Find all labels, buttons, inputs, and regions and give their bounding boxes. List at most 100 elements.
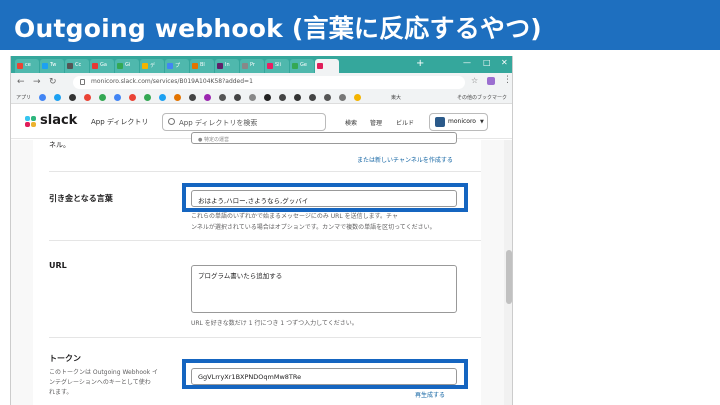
browser-tab[interactable]: Pr [240, 59, 264, 73]
tab-favicon-icon [292, 63, 298, 69]
bookmark-icon[interactable] [114, 94, 121, 101]
channel-select[interactable]: ● 特定の運営 [191, 132, 457, 144]
browser-tab[interactable]: Ga [90, 59, 114, 73]
regenerate-token-link[interactable]: 再生成する [415, 390, 445, 399]
tab-favicon-icon [167, 63, 173, 69]
app-directory-link[interactable]: App ディレクトリ [91, 117, 148, 127]
bookmark-icon[interactable] [264, 94, 271, 101]
bookmark-icon[interactable] [174, 94, 181, 101]
bookmark-icon[interactable] [339, 94, 346, 101]
workspace-name: monicoro [448, 118, 476, 125]
bookmark-icon[interactable] [54, 94, 61, 101]
browser-tab[interactable]: デ [140, 59, 164, 73]
tab-favicon-icon [67, 63, 73, 69]
bookmark-icon[interactable] [249, 94, 256, 101]
nav-manage[interactable]: 管理 [370, 118, 382, 127]
bookmark-icon[interactable] [219, 94, 226, 101]
tab-favicon-icon [317, 63, 323, 69]
browser-tab[interactable]: Tw [40, 59, 64, 73]
bookmark-icon[interactable] [99, 94, 106, 101]
channel-select-value: ● 特定の運営 [198, 137, 229, 143]
new-tab-button[interactable]: + [416, 58, 424, 69]
workspace-switcher[interactable]: monicoro ▼ [429, 113, 488, 131]
close-icon[interactable]: ✕ [501, 58, 508, 67]
tab-label: プ [175, 63, 181, 69]
browser-tab[interactable]: In [215, 59, 239, 73]
tab-label: デ [150, 63, 156, 69]
bookmark-icon[interactable] [324, 94, 331, 101]
browser-tab[interactable]: Gi [115, 59, 139, 73]
address-bar: ← → ↻ monicoro.slack.com/services/B019A1… [11, 73, 512, 92]
token-desc-2: ンテグレーションへのキーとして使わ [49, 379, 151, 386]
browser-tab[interactable]: Ge [290, 59, 314, 73]
url-textarea-value: プログラム書いたら追加する [198, 272, 283, 280]
url-text: monicoro.slack.com/services/B019A104K58?… [91, 78, 253, 85]
highlight-box [182, 359, 468, 389]
bookmark-icon[interactable] [294, 94, 301, 101]
bookmark-icon[interactable] [279, 94, 286, 101]
star-icon[interactable]: ☆ [471, 76, 478, 85]
back-icon[interactable]: ← [17, 77, 25, 87]
trigger-help-1: これらの単語のいずれかで始まるメッセージにのみ URL を送信します。チャ [191, 213, 398, 220]
browser-tab[interactable]: Sli [265, 59, 289, 73]
bookmark-other[interactable]: その他のブックマーク [457, 94, 507, 101]
tab-favicon-icon [92, 63, 98, 69]
url-textarea[interactable]: プログラム書いたら追加する [191, 265, 457, 313]
bookmark-icon[interactable] [204, 94, 211, 101]
bookmark-icon[interactable] [129, 94, 136, 101]
tab-label: ce [25, 62, 31, 68]
slide-banner: Outgoing webhook (言葉に反応するやつ) [0, 0, 720, 50]
browser-tab[interactable] [315, 59, 339, 73]
divider [49, 171, 481, 172]
tab-label: Gi [125, 62, 131, 68]
tab-favicon-icon [242, 63, 248, 69]
trigger-help-2: ンネルが選択されている場合はオプションです。カンマで複数の単語を区切ってください… [191, 224, 436, 231]
tab-favicon-icon [217, 63, 223, 69]
scrollbar-thumb[interactable] [506, 250, 512, 304]
chevron-down-icon: ▼ [480, 119, 484, 125]
scrollbar[interactable] [504, 140, 512, 405]
minimize-icon[interactable]: — [463, 58, 471, 67]
bookmark-icon[interactable] [69, 94, 76, 101]
extension-icon[interactable] [487, 77, 495, 85]
token-desc-1: このトークンは Outgoing Webhook イ [49, 369, 159, 376]
forward-icon[interactable]: → [33, 77, 41, 87]
slack-logo-icon[interactable] [25, 116, 37, 128]
workspace-avatar [435, 117, 445, 127]
menu-icon[interactable]: ⋮ [503, 75, 512, 85]
slack-wordmark[interactable]: slack [40, 113, 77, 128]
settings-card: ネル。 ● 特定の運営 または新しいチャンネルを作成する 引き金となる言葉 おは… [33, 132, 481, 405]
bookmark-icon[interactable] [144, 94, 151, 101]
channel-label-tail: ネル。 [49, 141, 70, 149]
bookmark-icon[interactable] [39, 94, 46, 101]
maximize-icon[interactable]: □ [483, 58, 491, 67]
create-channel-link[interactable]: または新しいチャンネルを作成する [357, 155, 453, 164]
browser-tab[interactable]: Bl [190, 59, 214, 73]
bookmark-apps[interactable]: アプリ [16, 94, 31, 101]
divider [49, 240, 481, 241]
browser-tab[interactable]: ce [15, 59, 39, 73]
bookmark-icon[interactable] [234, 94, 241, 101]
bookmark-icon[interactable] [159, 94, 166, 101]
bookmark-icon[interactable] [354, 94, 361, 101]
tab-label: Tw [50, 62, 57, 68]
tab-favicon-icon [117, 63, 123, 69]
tab-label: Sli [275, 62, 281, 68]
browser-tab[interactable]: Cc [65, 59, 89, 73]
highlight-box [182, 183, 468, 212]
browser-tab[interactable]: プ [165, 59, 189, 73]
bookmark-icon[interactable] [84, 94, 91, 101]
reload-icon[interactable]: ↻ [49, 77, 57, 87]
trigger-words-label: 引き金となる言葉 [49, 194, 113, 203]
slide-title: Outgoing webhook (言葉に反応するやつ) [14, 14, 542, 43]
nav-search[interactable]: 検索 [345, 118, 357, 127]
nav-build[interactable]: ビルド [396, 118, 414, 127]
bookmark-todai[interactable]: 東大 [391, 94, 401, 101]
url-input[interactable]: monicoro.slack.com/services/B019A104K58?… [73, 76, 465, 89]
app-directory-search[interactable]: App ディレクトリを検索 [162, 113, 326, 131]
tab-label: Ge [300, 62, 307, 68]
search-placeholder: App ディレクトリを検索 [179, 119, 258, 127]
bookmark-icon[interactable] [309, 94, 316, 101]
tab-bar: + — □ ✕ ce Tw Cc Ga Gi デ プ Bl In Pr Sli Ge [11, 56, 512, 73]
bookmark-icon[interactable] [189, 94, 196, 101]
